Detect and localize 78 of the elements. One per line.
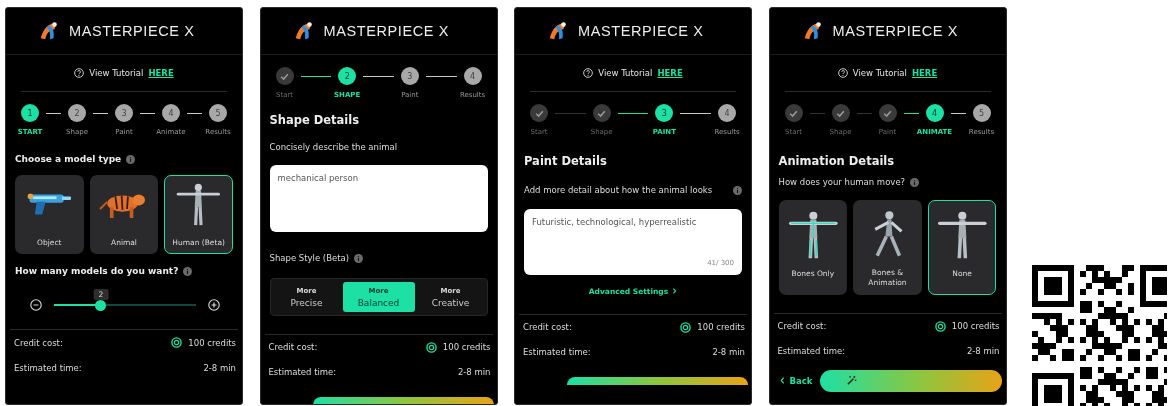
step-circle[interactable]: 3 [655, 104, 674, 122]
estimated-time-label: Estimated time: [14, 362, 82, 373]
logo-icon [547, 20, 569, 42]
step-circle[interactable]: 3 [400, 67, 419, 85]
credit-cost-label: Credit cost: [777, 321, 827, 332]
tutorial-text: View Tutorial [852, 68, 907, 78]
step-circle[interactable]: 4 [162, 104, 180, 122]
estimated-time-value: 2-8 min [457, 367, 491, 377]
section-heading: Choose a model type [15, 154, 122, 164]
tutorial-text: View Tutorial [89, 68, 144, 78]
step-circle[interactable]: 5 [972, 104, 991, 122]
step-circle[interactable]: 5 [209, 104, 227, 122]
tutorial-link[interactable]: HERE [911, 68, 938, 78]
tutorial-link[interactable]: HERE [148, 68, 174, 78]
credit-cost-label: Credit cost: [268, 342, 318, 352]
back-link[interactable]: Back [779, 375, 813, 386]
tutorial-link[interactable]: HERE [657, 68, 683, 78]
credits-icon [934, 320, 946, 332]
section-heading: How many models do you want? [15, 266, 179, 276]
help-icon [74, 68, 85, 78]
step-circle[interactable]: 4 [718, 104, 736, 122]
brand-name: MASTERPIECE X [578, 23, 704, 39]
estimated-time-value: 2-8 min [712, 347, 745, 358]
credit-cost-label: Credit cost: [523, 322, 572, 333]
estimated-time-label: Estimated time: [777, 346, 846, 357]
field-label: Add more detail about how the animal looks [524, 184, 714, 197]
step-circle[interactable] [275, 67, 294, 85]
description-field[interactable]: mechanical person [269, 164, 488, 232]
section-heading: Animation Details [778, 154, 896, 168]
step-circle[interactable] [592, 104, 611, 122]
chevron-right-icon [672, 287, 678, 296]
field-label: Concisely describe the animal [269, 141, 399, 154]
section-heading: Paint Details [524, 154, 608, 168]
brand-name: MASTERPIECE X [832, 23, 958, 39]
step-circle[interactable] [831, 104, 850, 122]
tutorial-text: View Tutorial [598, 68, 653, 78]
step-circle[interactable]: 4 [925, 104, 944, 122]
chevron-left-icon [779, 376, 785, 386]
plus-icon[interactable] [208, 299, 220, 311]
info-icon[interactable] [910, 177, 920, 187]
credit-cost-label: Credit cost: [14, 337, 63, 348]
credits-icon [425, 341, 437, 353]
question-label: How does your human move? [778, 176, 906, 189]
step-circle[interactable] [530, 104, 548, 122]
magic-wand-icon [846, 375, 858, 387]
generate-button[interactable] [820, 369, 1002, 392]
generate-button[interactable] [567, 376, 748, 385]
estimated-time-value: 2-8 min [966, 346, 1000, 357]
logo-icon [38, 20, 60, 42]
credit-cost-value: 100 credits [951, 321, 1000, 332]
brand-name: MASTERPIECE X [323, 23, 449, 39]
estimated-time-value: 2-8 min [203, 362, 236, 373]
step-circle[interactable] [878, 104, 897, 122]
step-circle[interactable]: 4 [463, 67, 482, 85]
estimated-time-label: Estimated time: [268, 367, 337, 377]
step-circle[interactable]: 1 [21, 104, 39, 122]
credits-icon [171, 337, 183, 348]
info-icon[interactable] [354, 253, 364, 263]
credit-cost-value: 100 credits [188, 337, 236, 348]
minus-icon[interactable] [30, 299, 42, 311]
credits-icon [680, 321, 692, 333]
credit-cost-value: 100 credits [697, 322, 745, 333]
generate-button[interactable] [312, 396, 494, 404]
info-icon[interactable] [126, 154, 136, 164]
step-circle[interactable]: 2 [68, 104, 86, 122]
credit-cost-value: 100 credits [442, 342, 491, 352]
brand-name: MASTERPIECE X [69, 23, 195, 39]
help-icon [837, 68, 848, 78]
info-icon[interactable] [733, 185, 742, 195]
estimated-time-label: Estimated time: [523, 347, 591, 358]
field-label: Shape Style (Beta) [269, 251, 350, 265]
step-circle[interactable] [784, 104, 803, 122]
slider-thumb[interactable] [95, 299, 107, 311]
info-icon[interactable] [183, 266, 193, 276]
step-circle[interactable]: 2 [338, 67, 357, 85]
help-icon [583, 68, 594, 78]
step-circle[interactable]: 3 [115, 104, 133, 122]
section-heading: Shape Details [269, 113, 361, 127]
